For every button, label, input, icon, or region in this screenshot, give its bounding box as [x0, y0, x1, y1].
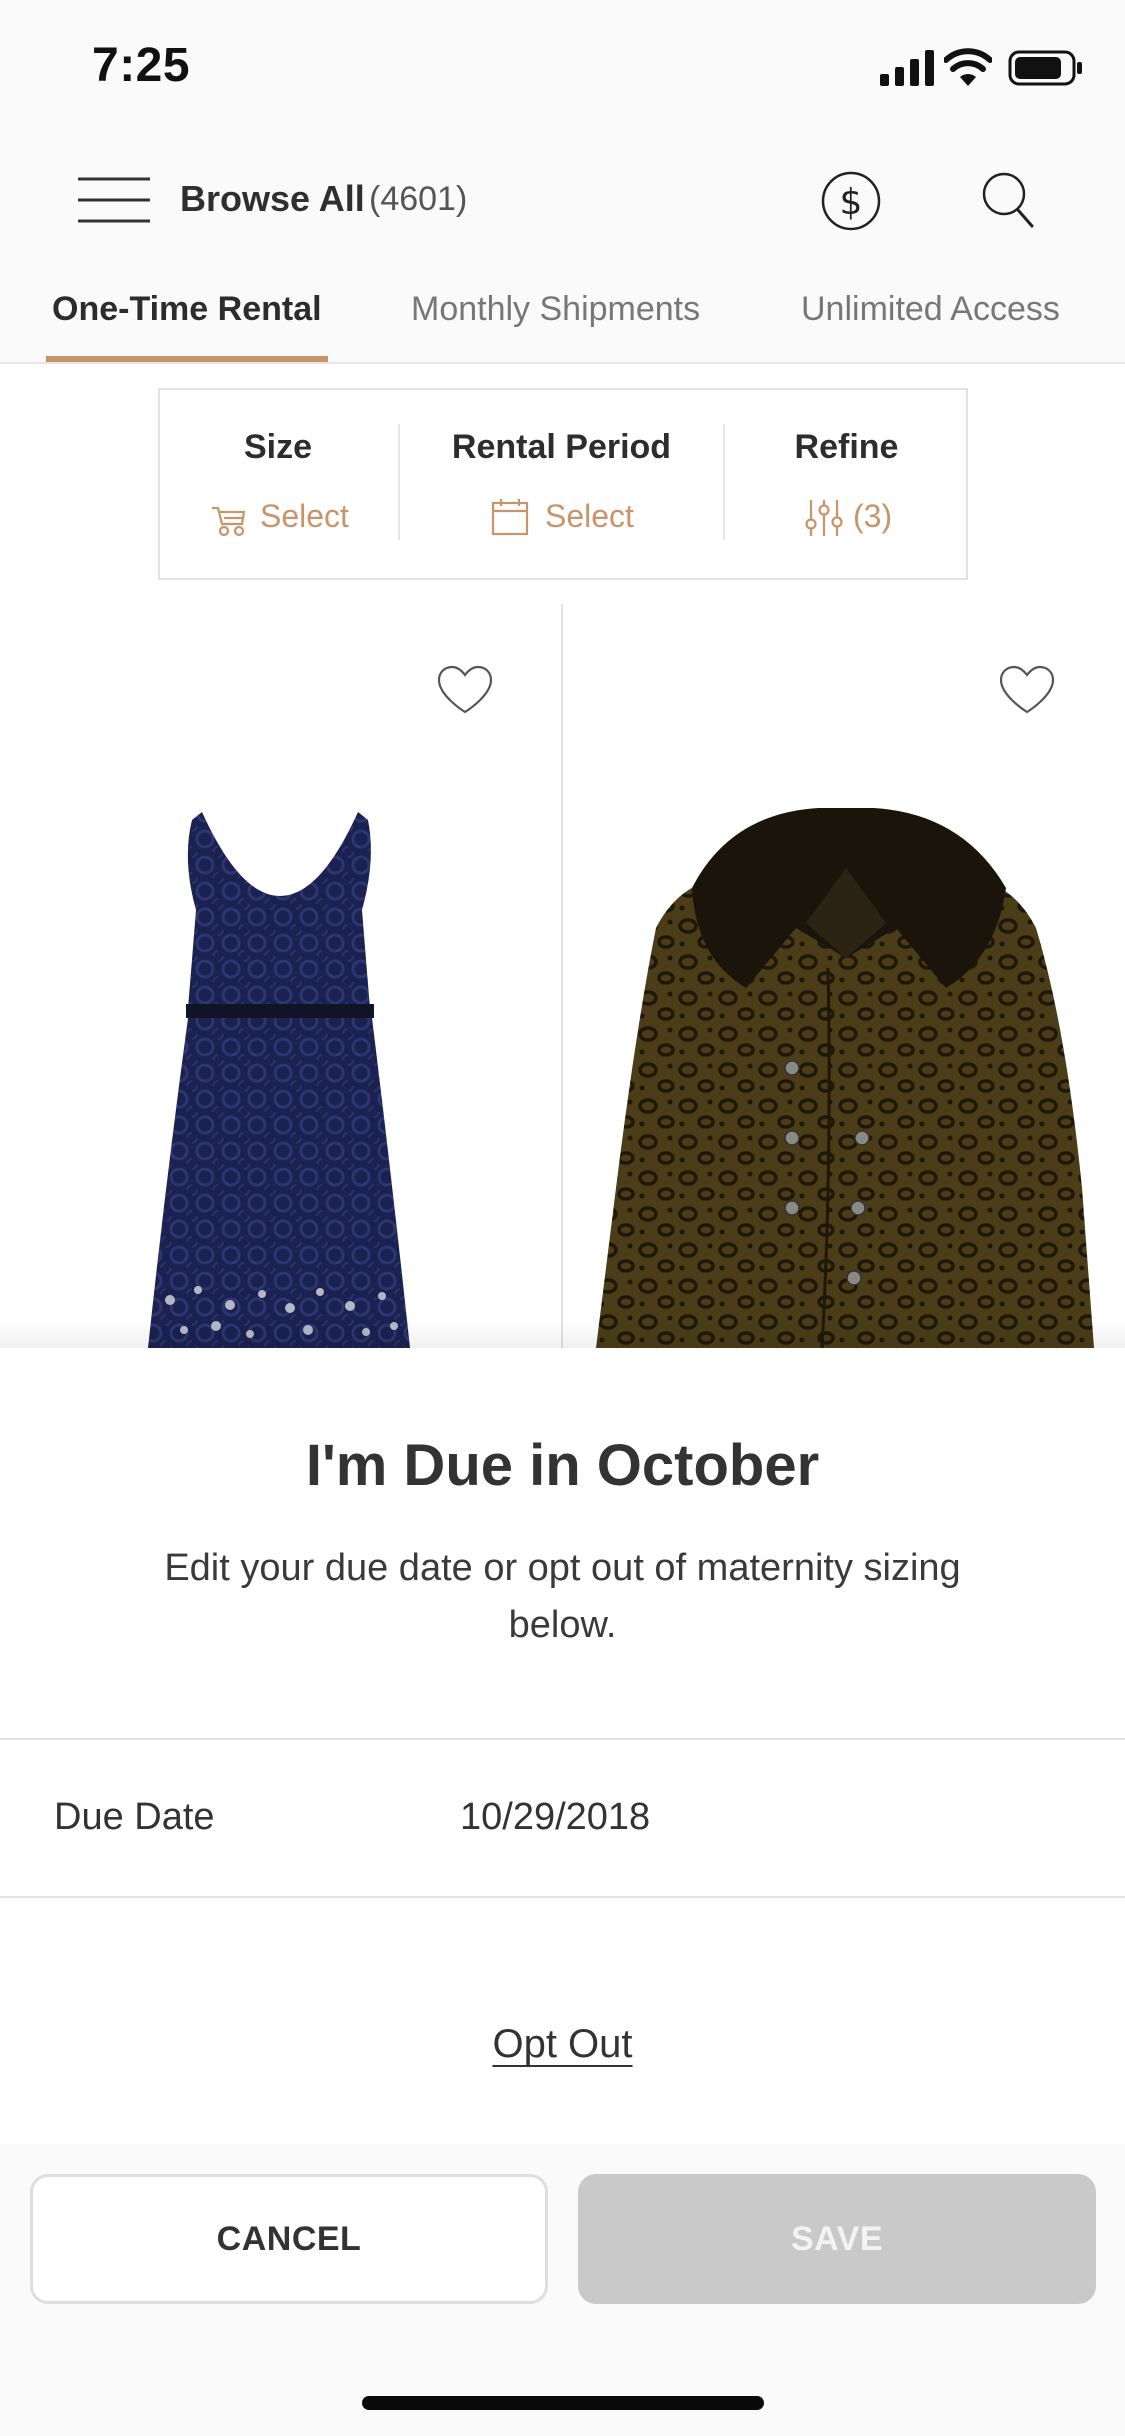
heart-outline-icon[interactable] — [997, 664, 1057, 716]
svg-text:$: $ — [840, 182, 863, 223]
due-date-field[interactable]: 10/29/2018 — [460, 1796, 650, 1839]
divider — [0, 1896, 1125, 1898]
hamburger-menu-icon[interactable] — [78, 176, 150, 224]
product-image-leopard-faux-fur-coat[interactable] — [596, 808, 1094, 1348]
cellular-signal-icon — [880, 50, 934, 86]
active-tab-indicator — [46, 356, 328, 362]
filter-size-label[interactable]: Size — [158, 428, 398, 467]
grid-divider — [561, 604, 563, 1348]
stroller-icon[interactable] — [208, 498, 248, 538]
sliders-icon[interactable] — [805, 498, 843, 538]
filter-rental-period-value[interactable]: Select — [545, 498, 634, 535]
heart-outline-icon[interactable] — [435, 664, 495, 716]
wifi-icon — [944, 48, 992, 86]
dollar-circle-icon[interactable]: $ — [820, 170, 882, 232]
opt-out-link-text[interactable]: Opt Out — [492, 2022, 632, 2066]
filter-refine-value[interactable]: (3) — [853, 498, 892, 535]
filter-refine-label[interactable]: Refine — [725, 428, 968, 467]
filter-bar — [158, 388, 968, 580]
search-icon[interactable] — [980, 170, 1036, 230]
tab-monthly-shipments[interactable]: Monthly Shipments — [411, 290, 700, 329]
home-indicator[interactable] — [362, 2396, 764, 2410]
divider — [0, 1738, 1125, 1740]
browse-title[interactable]: Browse All — [180, 178, 365, 220]
sheet-shadow — [0, 1318, 1125, 1348]
tab-unlimited-access[interactable]: Unlimited Access — [801, 290, 1060, 329]
browse-count: (4601) — [369, 180, 468, 218]
opt-out-link: Opt Out — [0, 2022, 1125, 2067]
due-date-label: Due Date — [54, 1796, 215, 1838]
battery-icon — [1008, 50, 1082, 86]
sheet-subtitle: Edit your due date or opt out of materni… — [164, 1547, 961, 1646]
calendar-icon[interactable] — [491, 498, 529, 536]
filter-rental-period-label[interactable]: Rental Period — [400, 428, 723, 467]
app-header — [0, 140, 1125, 280]
sheet-title: I'm Due in October — [305, 1433, 820, 1498]
save-button[interactable]: SAVE — [578, 2174, 1096, 2304]
product-image-navy-lace-dress[interactable] — [140, 800, 420, 1348]
cancel-button[interactable]: CANCEL — [30, 2174, 548, 2304]
tab-one-time-rental[interactable]: One-Time Rental — [52, 290, 322, 329]
filter-size-value[interactable]: Select — [260, 498, 349, 535]
status-time: 7:25 — [92, 39, 191, 92]
